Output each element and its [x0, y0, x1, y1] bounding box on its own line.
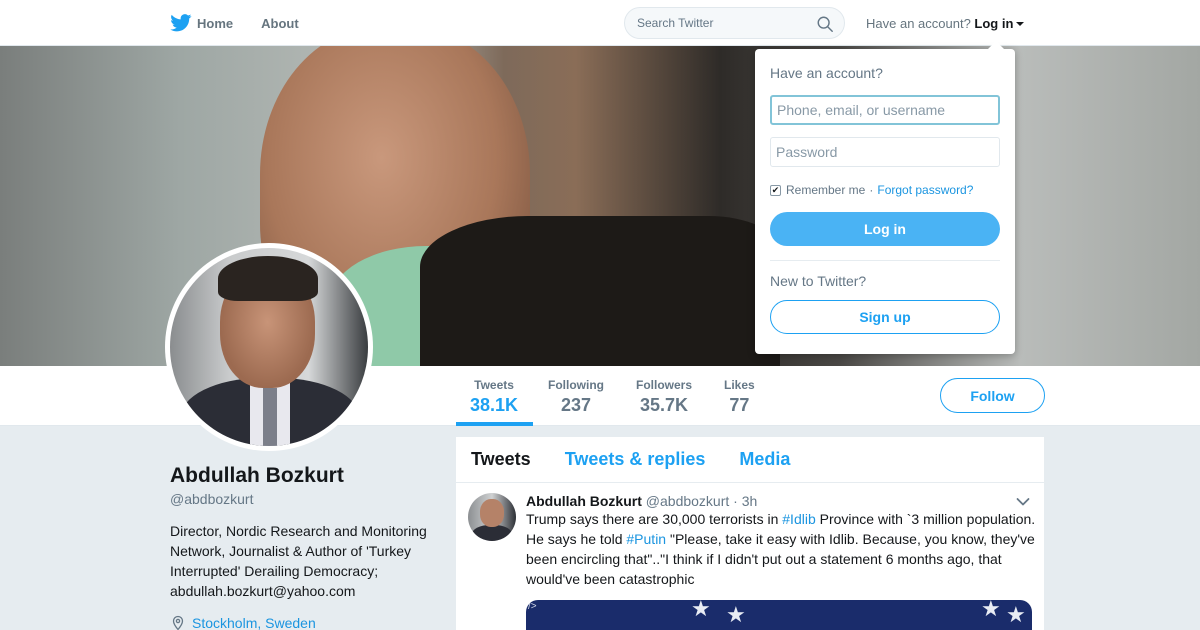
hashtag-idlib[interactable]: #Idlib: [782, 511, 815, 527]
chevron-down-icon[interactable]: [1016, 497, 1030, 507]
signup-button[interactable]: Sign up: [770, 300, 1000, 334]
tweet-text-part: Trump says there are 30,000 terrorists i…: [526, 511, 783, 527]
search-input[interactable]: Search Twitter: [624, 7, 845, 39]
stat-value: 77: [729, 395, 750, 415]
remember-me-checkbox[interactable]: ✔: [770, 184, 781, 196]
nav-about[interactable]: About: [261, 16, 299, 31]
stat-value: 237: [560, 395, 592, 415]
new-to-twitter-label: New to Twitter?: [770, 273, 867, 289]
avatar-hair: [218, 256, 318, 301]
stat-label: Likes: [724, 378, 755, 392]
stat-label: Followers: [636, 378, 693, 392]
stat-following[interactable]: Following 237: [548, 378, 604, 416]
have-account-text: Have an account?: [866, 16, 971, 31]
stat-label: Tweets: [474, 378, 514, 392]
hashtag-putin[interactable]: #Putin: [626, 531, 666, 547]
star-icon: ★: [1006, 602, 1026, 627]
active-tab-indicator: [456, 422, 533, 426]
star-icon: ★: [981, 600, 1001, 621]
profile-avatar[interactable]: [165, 243, 373, 451]
avatar-tie: [263, 388, 277, 446]
tab-tweets-replies[interactable]: Tweets & replies: [565, 449, 706, 470]
stat-followers[interactable]: Followers 35.7K: [636, 378, 692, 416]
login-dropdown-title: Have an account?: [770, 65, 883, 81]
stat-likes[interactable]: Likes 77: [724, 378, 755, 416]
avatar-image: [170, 248, 368, 446]
profile-location[interactable]: Stockholm, Sweden: [170, 615, 316, 630]
tweet-text: Trump says there are 30,000 terrorists i…: [526, 509, 1036, 589]
tab-media[interactable]: Media: [739, 449, 790, 470]
login-dropdown-toggle[interactable]: Log in: [974, 16, 1025, 31]
tweet-header: Abdullah Bozkurt @abdbozkurt · 3h: [526, 493, 757, 509]
remember-separator: ·: [869, 183, 874, 197]
stat-value: 38.1K: [470, 395, 519, 415]
login-dropdown: Have an account? ✔ Remember me · Forgot …: [755, 41, 1015, 354]
stat-label: Following: [548, 378, 604, 392]
timeline-tabs: Tweets Tweets & replies Media: [456, 437, 1044, 483]
location-pin-icon: [172, 615, 184, 630]
tweet-author-name[interactable]: Abdullah Bozkurt: [526, 493, 642, 509]
nav-home-label: Home: [197, 15, 234, 31]
stat-value: 35.7K: [639, 395, 689, 415]
have-account-prompt: Have an account? Log in: [866, 16, 1025, 31]
top-nav: Home About Search Twitter Have an accoun…: [0, 0, 1200, 46]
nav-left: Home About: [170, 0, 327, 46]
password-input[interactable]: [770, 137, 1000, 167]
timeline: Tweets Tweets & replies Media Abdullah B…: [456, 437, 1044, 630]
tweet-avatar-face: [480, 499, 504, 527]
username-input[interactable]: [770, 95, 1000, 125]
tweet-avatar-suit: [472, 525, 512, 541]
tweet-avatar[interactable]: [468, 493, 516, 541]
star-icon: ★: [691, 600, 711, 621]
profile-handle[interactable]: @abdbozkurt: [170, 491, 253, 507]
remember-me-label[interactable]: Remember me: [786, 183, 865, 197]
caret-down-icon: [1016, 22, 1025, 26]
location-label: Stockholm, Sweden: [192, 615, 316, 630]
tweet[interactable]: Abdullah Bozkurt @abdbozkurt · 3h Trump …: [456, 483, 1044, 630]
follow-button[interactable]: Follow: [940, 378, 1045, 413]
stat-tweets[interactable]: Tweets 38.1K: [470, 378, 518, 416]
forgot-password-link[interactable]: Forgot password?: [877, 183, 973, 197]
banner-jacket: [420, 216, 780, 366]
tweet-separator: ·: [733, 493, 738, 509]
tweet-media[interactable]: /> ★ ★ ★ ★: [526, 600, 1032, 630]
profile-name[interactable]: Abdullah Bozkurt: [170, 464, 344, 488]
remember-row: ✔ Remember me · Forgot password?: [770, 183, 973, 197]
media-label: />: [528, 601, 537, 612]
profile-bio: Director, Nordic Research and Monitoring…: [170, 523, 427, 599]
search-icon[interactable]: [816, 15, 834, 33]
nav-home[interactable]: Home: [170, 14, 233, 32]
tweet-timestamp[interactable]: 3h: [742, 493, 758, 509]
login-button[interactable]: Log in: [770, 212, 1000, 246]
login-link-label: Log in: [974, 16, 1014, 31]
dropdown-arrow: [988, 41, 1004, 49]
search-placeholder: Search Twitter: [637, 16, 714, 30]
tweet-author-handle[interactable]: @abdbozkurt: [646, 493, 729, 509]
divider: [770, 260, 1000, 261]
twitter-bird-icon: [170, 14, 192, 32]
tab-tweets[interactable]: Tweets: [471, 449, 531, 470]
star-icon: ★: [726, 602, 746, 627]
